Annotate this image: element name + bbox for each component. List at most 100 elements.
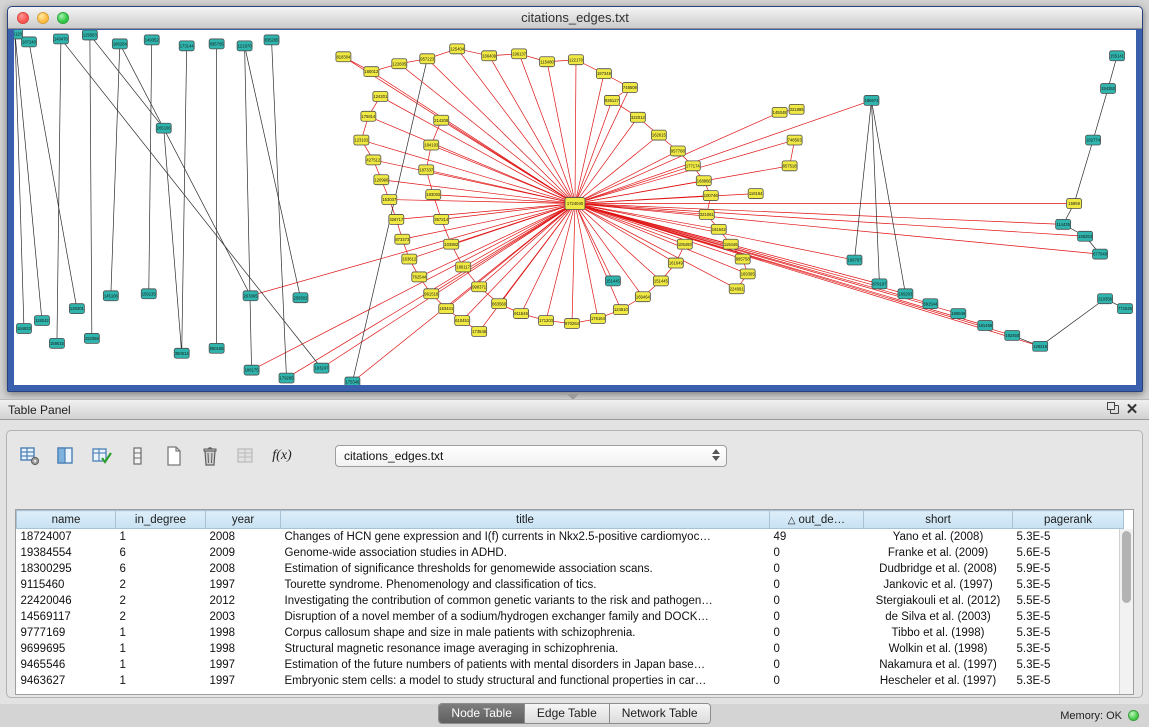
graph-node-label: 911546: [514, 311, 528, 316]
graph-node-label: 153356: [85, 336, 100, 341]
graph-edge[interactable]: [499, 204, 575, 304]
graph-node-label: 105493: [678, 242, 693, 247]
graph-edge[interactable]: [402, 204, 575, 240]
table-row[interactable]: 1830029562008Estimation of significance …: [17, 561, 1124, 577]
graph-edge[interactable]: [462, 204, 575, 321]
table-selector-dropdown[interactable]: citations_edges.txt: [335, 445, 727, 467]
graph-edge[interactable]: [120, 44, 251, 296]
close-button[interactable]: [17, 12, 29, 24]
window-titlebar[interactable]: citations_edges.txt: [8, 7, 1142, 29]
graph-edge[interactable]: [546, 204, 575, 321]
table-panel-body: f(x) citations_edges.txt namein_degreeye…: [0, 420, 1149, 704]
graph-edge[interactable]: [164, 128, 182, 353]
table-row[interactable]: 1938455462009Genome-wide association stu…: [17, 545, 1124, 561]
edit-table-button[interactable]: [89, 443, 115, 469]
table-row[interactable]: 969969511998Structural magnetic resonanc…: [17, 641, 1124, 657]
graph-edge[interactable]: [489, 56, 575, 204]
network-canvas[interactable]: 1724040818304160012122605957223125404166…: [14, 30, 1136, 385]
graph-edge[interactable]: [368, 116, 575, 203]
table-header-row: namein_degreeyeartitle△out_de…shortpager…: [17, 511, 1124, 529]
graph-node-label: 124510: [614, 307, 629, 312]
row-options-button[interactable]: [125, 443, 151, 469]
table-row[interactable]: 911546021997Tourette syndrome. Phenomeno…: [17, 577, 1124, 593]
graph-edge[interactable]: [547, 62, 575, 204]
graph-edge[interactable]: [575, 88, 630, 204]
graph-edge[interactable]: [1074, 140, 1093, 203]
table-row[interactable]: 1456911722003Disruption of a novel membe…: [17, 609, 1124, 625]
graph-edge[interactable]: [29, 42, 77, 309]
scrollbar-thumb[interactable]: [1122, 531, 1131, 603]
show-columns-button[interactable]: [53, 443, 79, 469]
table-row[interactable]: 946554611997Estimation of the future num…: [17, 657, 1124, 673]
graph-edge[interactable]: [426, 170, 575, 204]
graph-edge[interactable]: [572, 204, 575, 324]
graph-edge[interactable]: [245, 46, 252, 370]
graph-edge[interactable]: [575, 100, 871, 203]
table-row[interactable]: 2242004622012Investigating the contribut…: [17, 593, 1124, 609]
delete-button[interactable]: [197, 443, 223, 469]
graph-edge[interactable]: [575, 151, 678, 204]
graph-edge[interactable]: [90, 35, 164, 128]
graph-node-label: 161642: [712, 227, 727, 232]
graph-node-label: 115480: [540, 59, 554, 64]
import-table-button[interactable]: [233, 443, 259, 469]
table-scrollbar[interactable]: [1119, 529, 1133, 694]
table-cell: 49: [770, 529, 864, 545]
column-header-short[interactable]: short: [864, 511, 1013, 529]
graph-edge[interactable]: [871, 100, 879, 283]
graph-edge[interactable]: [90, 35, 92, 338]
function-builder-button[interactable]: f(x): [269, 443, 295, 469]
table-cell: Jankovic et al. (1997): [864, 577, 1013, 593]
graph-node-label: 181465: [978, 323, 993, 328]
table-cell: 1998: [206, 625, 281, 641]
graph-edge[interactable]: [252, 204, 575, 371]
table-options-button[interactable]: [17, 443, 43, 469]
graph-node-label: 957223: [420, 56, 435, 61]
table-cell: de Silva et al. (2003): [864, 609, 1013, 625]
graph-node-label: 184193: [424, 143, 439, 148]
graph-edge[interactable]: [245, 46, 301, 298]
graph-edge[interactable]: [855, 100, 872, 260]
graph-edge[interactable]: [380, 96, 575, 203]
minimize-button[interactable]: [37, 12, 49, 24]
graph-edge[interactable]: [451, 204, 575, 245]
table-row[interactable]: 1872400712008Changes of HCN gene express…: [17, 529, 1124, 545]
graph-edge[interactable]: [371, 72, 575, 204]
float-panel-button[interactable]: [1105, 402, 1123, 418]
new-file-button[interactable]: [161, 443, 187, 469]
graph-edge[interactable]: [575, 204, 1085, 237]
table-row[interactable]: 946362711997Embryonic stem cells: a mode…: [17, 673, 1124, 689]
column-header-year[interactable]: year: [206, 511, 281, 529]
table-cell: Structural magnetic resonance image aver…: [281, 641, 770, 657]
graph-edge[interactable]: [352, 204, 575, 382]
graph-node-label: 970264: [565, 321, 580, 326]
graph-edge[interactable]: [441, 120, 575, 203]
graph-edge[interactable]: [111, 44, 120, 296]
graph-edge[interactable]: [575, 204, 1063, 225]
graph-node-label: 187337: [419, 167, 434, 172]
graph-edge[interactable]: [1040, 299, 1105, 347]
graph-edge[interactable]: [61, 39, 322, 368]
graph-edge[interactable]: [575, 60, 576, 204]
graph-edge[interactable]: [182, 46, 187, 353]
graph-edge[interactable]: [57, 39, 61, 343]
graph-node-label: 196137: [512, 51, 527, 56]
column-header-title[interactable]: title: [281, 511, 770, 529]
graph-edge[interactable]: [272, 40, 287, 378]
show-columns-icon: [56, 446, 76, 466]
graph-edge[interactable]: [871, 100, 905, 293]
graph-edge[interactable]: [321, 204, 575, 369]
graph-edge[interactable]: [575, 204, 1100, 255]
graph-edge[interactable]: [149, 40, 152, 294]
close-panel-button[interactable]: ✕: [1123, 402, 1141, 418]
column-header-pagerank[interactable]: pagerank: [1013, 511, 1124, 529]
column-header-name[interactable]: name: [17, 511, 116, 529]
graph-edge[interactable]: [575, 204, 1040, 347]
graph-edge[interactable]: [457, 49, 575, 204]
zoom-button[interactable]: [57, 12, 69, 24]
column-header-out_de[interactable]: △out_de…: [770, 511, 864, 529]
graph-node-label: 762544: [412, 275, 427, 280]
graph-edge[interactable]: [1093, 89, 1108, 141]
table-row[interactable]: 977716911998Corpus callosum shape and si…: [17, 625, 1124, 641]
column-header-in_degree[interactable]: in_degree: [116, 511, 206, 529]
